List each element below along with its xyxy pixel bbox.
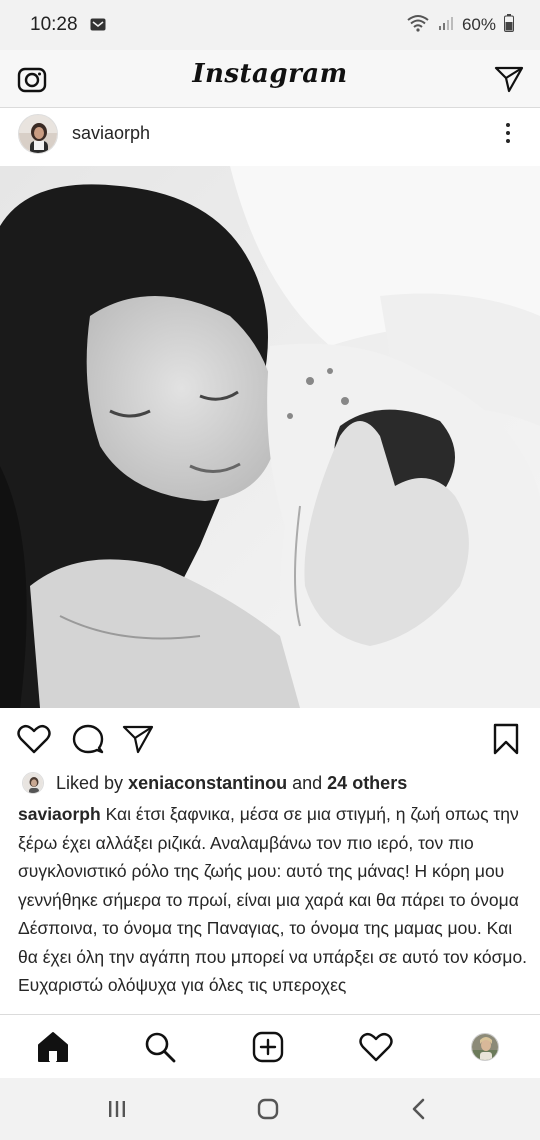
status-bar: 10:28 60% bbox=[0, 0, 540, 50]
liker-username[interactable]: xeniaconstantinou bbox=[128, 773, 287, 794]
liker-avatar bbox=[22, 772, 44, 794]
message-icon bbox=[90, 18, 106, 32]
app-top-bar: Instagram bbox=[0, 50, 540, 108]
instagram-logo: Instagram bbox=[192, 59, 348, 89]
likes-others[interactable]: 24 others bbox=[327, 773, 407, 794]
caption-username[interactable]: saviaorph bbox=[18, 804, 101, 824]
status-time: 10:28 bbox=[30, 14, 78, 35]
post-username[interactable]: saviaorph bbox=[72, 123, 150, 144]
wifi-icon bbox=[406, 14, 430, 37]
likes-middle: and bbox=[292, 772, 323, 793]
post-header: saviaorph bbox=[0, 108, 540, 166]
battery-percent: 60% bbox=[461, 15, 496, 34]
share-icon[interactable] bbox=[120, 722, 156, 756]
likes-prefix: Liked by bbox=[56, 772, 124, 793]
search-icon[interactable] bbox=[142, 1029, 178, 1065]
likes-summary[interactable]: Liked by xeniaconstantinou and 24 others bbox=[0, 768, 540, 798]
new-post-icon[interactable] bbox=[250, 1029, 286, 1065]
activity-icon[interactable] bbox=[358, 1029, 394, 1065]
recent-apps-icon[interactable] bbox=[102, 1096, 132, 1122]
post-caption: saviaorph Και έτσι ξαφνικα, μέσα σε μια … bbox=[18, 800, 528, 1014]
signal-icon bbox=[438, 15, 454, 36]
bottom-navigation bbox=[0, 1014, 540, 1078]
home-icon[interactable] bbox=[35, 1029, 71, 1065]
more-options-icon[interactable] bbox=[498, 118, 518, 148]
post-author-avatar[interactable] bbox=[18, 114, 58, 154]
heart-icon[interactable] bbox=[16, 722, 52, 756]
caption-text: Και έτσι ξαφνικα, μέσα σε μια στιγμή, η … bbox=[18, 804, 528, 995]
comment-icon[interactable] bbox=[70, 722, 106, 756]
home-circle-icon[interactable] bbox=[253, 1096, 283, 1122]
back-icon[interactable] bbox=[404, 1096, 434, 1122]
bookmark-icon[interactable] bbox=[488, 722, 524, 756]
system-navigation-bar bbox=[0, 1078, 540, 1140]
battery-icon bbox=[504, 13, 514, 37]
post-actions bbox=[0, 708, 540, 768]
post-image[interactable] bbox=[0, 166, 540, 708]
direct-send-icon[interactable] bbox=[492, 62, 526, 96]
profile-avatar[interactable] bbox=[467, 1029, 503, 1065]
